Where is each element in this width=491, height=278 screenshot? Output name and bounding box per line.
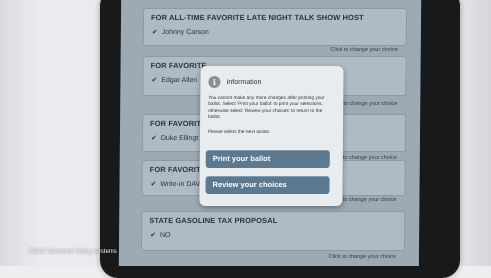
info-icon: i xyxy=(208,76,221,88)
dialog-message: You cannot make any more changes after p… xyxy=(208,96,325,121)
dialog-prompt: Please select the next action. xyxy=(207,130,271,135)
information-dialog: i Information You cannot make any more c… xyxy=(199,66,344,206)
dialog-header: i Information xyxy=(208,74,262,90)
print-ballot-button[interactable]: Print your ballot xyxy=(205,150,330,168)
copyright-watermark: ©2017 Dominion Voting Systems xyxy=(29,249,117,255)
ballot-screen: FOR ALL-TIME FAVORITE LATE NIGHT TALK SH… xyxy=(118,0,422,266)
dialog-title: Information xyxy=(226,78,262,86)
review-choices-button[interactable]: Review your choices xyxy=(205,176,330,194)
